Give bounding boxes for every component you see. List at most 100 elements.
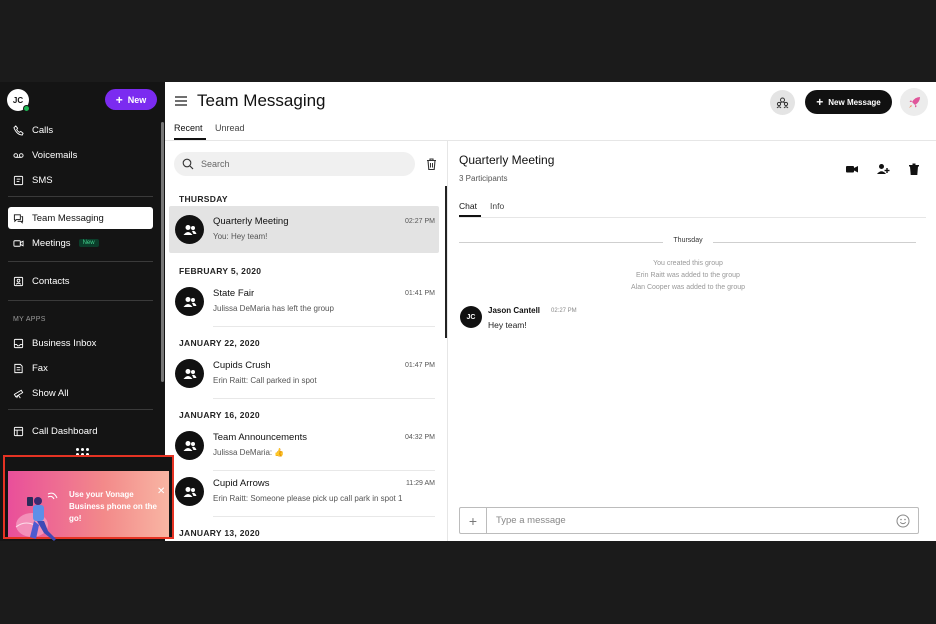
message-input[interactable]	[496, 513, 876, 528]
sidebar-divider	[8, 300, 153, 301]
conversation-snippet: Julissa DeMaria: 👍	[213, 448, 285, 457]
user-initials: JC	[12, 95, 24, 105]
my-apps-label: MY APPS	[13, 316, 46, 323]
row-separator	[213, 398, 435, 399]
new-button-label: New	[127, 94, 147, 105]
date-header: THURSDAY	[179, 194, 228, 204]
message-time: 02:27 PM	[551, 308, 577, 314]
conversation-name: Team Announcements	[213, 432, 308, 443]
message-composer: +	[459, 507, 919, 534]
sidebar-scrollbar[interactable]	[161, 122, 164, 382]
conversation-time: 11:29 AM	[405, 480, 435, 487]
whats-new-button[interactable]	[900, 88, 928, 116]
group-avatar-icon	[175, 431, 204, 460]
conversation-time: 01:41 PM	[405, 290, 435, 297]
promo-card[interactable]: Use your Vonage Business phone on the go…	[8, 471, 169, 541]
attach-plus-icon[interactable]: +	[460, 508, 487, 533]
tab-chat[interactable]: Chat	[459, 201, 477, 211]
sidebar-item-contacts[interactable]: Contacts	[8, 270, 153, 292]
conversation-item[interactable]: Quarterly Meeting 02:27 PM You: Hey team…	[169, 206, 439, 253]
sidebar-item-sms[interactable]: SMS	[8, 169, 153, 191]
system-message: You created this group	[653, 260, 723, 267]
system-message: Alan Cooper was added to the group	[630, 284, 746, 291]
plus-icon: +	[816, 95, 824, 109]
conversation-item[interactable]: State Fair 01:41 PM Julissa DeMaria has …	[169, 278, 439, 327]
sidebar-item-voicemails[interactable]: Voicemails	[8, 144, 153, 166]
sidebar-item-show-all[interactable]: Show All	[8, 382, 153, 404]
conversation-name: State Fair	[213, 288, 255, 299]
tab-recent[interactable]: Recent	[174, 123, 203, 133]
date-header: FEBRUARY 5, 2020	[179, 266, 262, 276]
emoji-icon[interactable]	[896, 514, 910, 528]
sidebar-item-meetings[interactable]: Meetings New	[8, 232, 153, 254]
sidebar-item-label: Business Inbox	[32, 337, 97, 349]
add-person-icon[interactable]	[876, 162, 890, 176]
sidebar-item-label: SMS	[32, 174, 53, 186]
conversation-snippet: Julissa DeMaria has left the group	[213, 304, 334, 313]
chat-icon	[13, 213, 24, 224]
voicemail-icon	[13, 152, 24, 158]
video-call-icon[interactable]	[845, 162, 859, 176]
header-divider	[165, 140, 936, 141]
user-avatar[interactable]: JC	[7, 89, 30, 112]
conversation-time: 04:32 PM	[405, 434, 435, 441]
sidebar-item-fax[interactable]: Fax	[8, 357, 153, 379]
sidebar-divider	[8, 196, 153, 197]
delete-icon[interactable]	[907, 162, 921, 176]
day-separator-line	[459, 242, 663, 243]
conversation-list: THURSDAY Quarterly Meeting 02:27 PM You:…	[165, 186, 447, 541]
sidebar-item-label: Voicemails	[32, 149, 78, 161]
new-badge: New	[78, 239, 99, 247]
chat-title: Quarterly Meeting	[459, 153, 555, 167]
sidebar-divider	[8, 409, 153, 410]
group-icon	[776, 97, 789, 109]
sidebar-divider	[8, 261, 153, 262]
page-title: Team Messaging	[197, 91, 326, 110]
new-message-button[interactable]: + New Message	[805, 90, 892, 114]
plus-icon: +	[115, 92, 123, 107]
conversation-name: Quarterly Meeting	[213, 216, 289, 227]
conversation-item[interactable]: Team Announcements 04:32 PM Julissa DeMa…	[169, 422, 439, 471]
sidebar-item-label: Contacts	[32, 275, 70, 287]
search-icon	[182, 158, 194, 170]
panel-divider	[447, 141, 448, 541]
contacts-icon	[13, 276, 24, 286]
fax-icon	[14, 363, 23, 373]
sidebar-item-team-messaging[interactable]: Team Messaging	[8, 207, 153, 229]
conversation-name: Cupids Crush	[213, 360, 271, 371]
group-avatar-icon	[175, 477, 204, 506]
tab-unread[interactable]: Unread	[215, 123, 245, 133]
conversation-item[interactable]: Cupid Arrows 11:29 AM Erin Raitt: Someon…	[169, 468, 439, 517]
date-header: JANUARY 16, 2020	[179, 410, 260, 420]
conversation-snippet: Erin Raitt: Someone please pick up call …	[213, 494, 403, 503]
tab-info[interactable]: Info	[490, 201, 504, 211]
sidebar-item-label: Calls	[32, 124, 54, 136]
sidebar-item-label: Team Messaging	[32, 212, 104, 224]
trash-icon[interactable]	[425, 157, 438, 171]
group-call-button[interactable]	[770, 90, 795, 115]
day-separator-line	[713, 242, 916, 243]
sender-name: Jason Cantell	[488, 306, 541, 315]
group-avatar-icon	[175, 359, 204, 388]
sidebar-item-business-inbox[interactable]: Business Inbox	[8, 332, 153, 354]
search-box[interactable]: Search	[174, 152, 415, 176]
sidebar-item-label: Fax	[32, 362, 48, 374]
conversation-item[interactable]: Cupids Crush 01:47 PM Erin Raitt: Call p…	[169, 350, 439, 399]
group-avatar-icon	[175, 287, 204, 316]
system-message: Erin Raitt was added to the group	[636, 272, 740, 279]
row-separator	[213, 516, 435, 517]
sidebar-item-call-dashboard[interactable]: Call Dashboard	[8, 420, 153, 442]
sidebar-item-calls[interactable]: Calls	[8, 119, 153, 141]
date-header: JANUARY 13, 2020	[179, 528, 260, 538]
new-button[interactable]: + New	[105, 89, 157, 110]
sms-icon	[13, 175, 24, 185]
group-avatar-icon	[175, 215, 204, 244]
chat-tab-divider	[459, 217, 926, 218]
rocket-icon	[908, 96, 920, 108]
message-text: Hey team!	[488, 320, 527, 330]
sidebar-item-label: Show All	[32, 387, 69, 399]
conversation-name: Cupid Arrows	[213, 478, 270, 489]
date-header: JANUARY 22, 2020	[179, 338, 260, 348]
sender-avatar[interactable]: JC	[460, 306, 482, 328]
menu-icon[interactable]	[175, 96, 187, 106]
